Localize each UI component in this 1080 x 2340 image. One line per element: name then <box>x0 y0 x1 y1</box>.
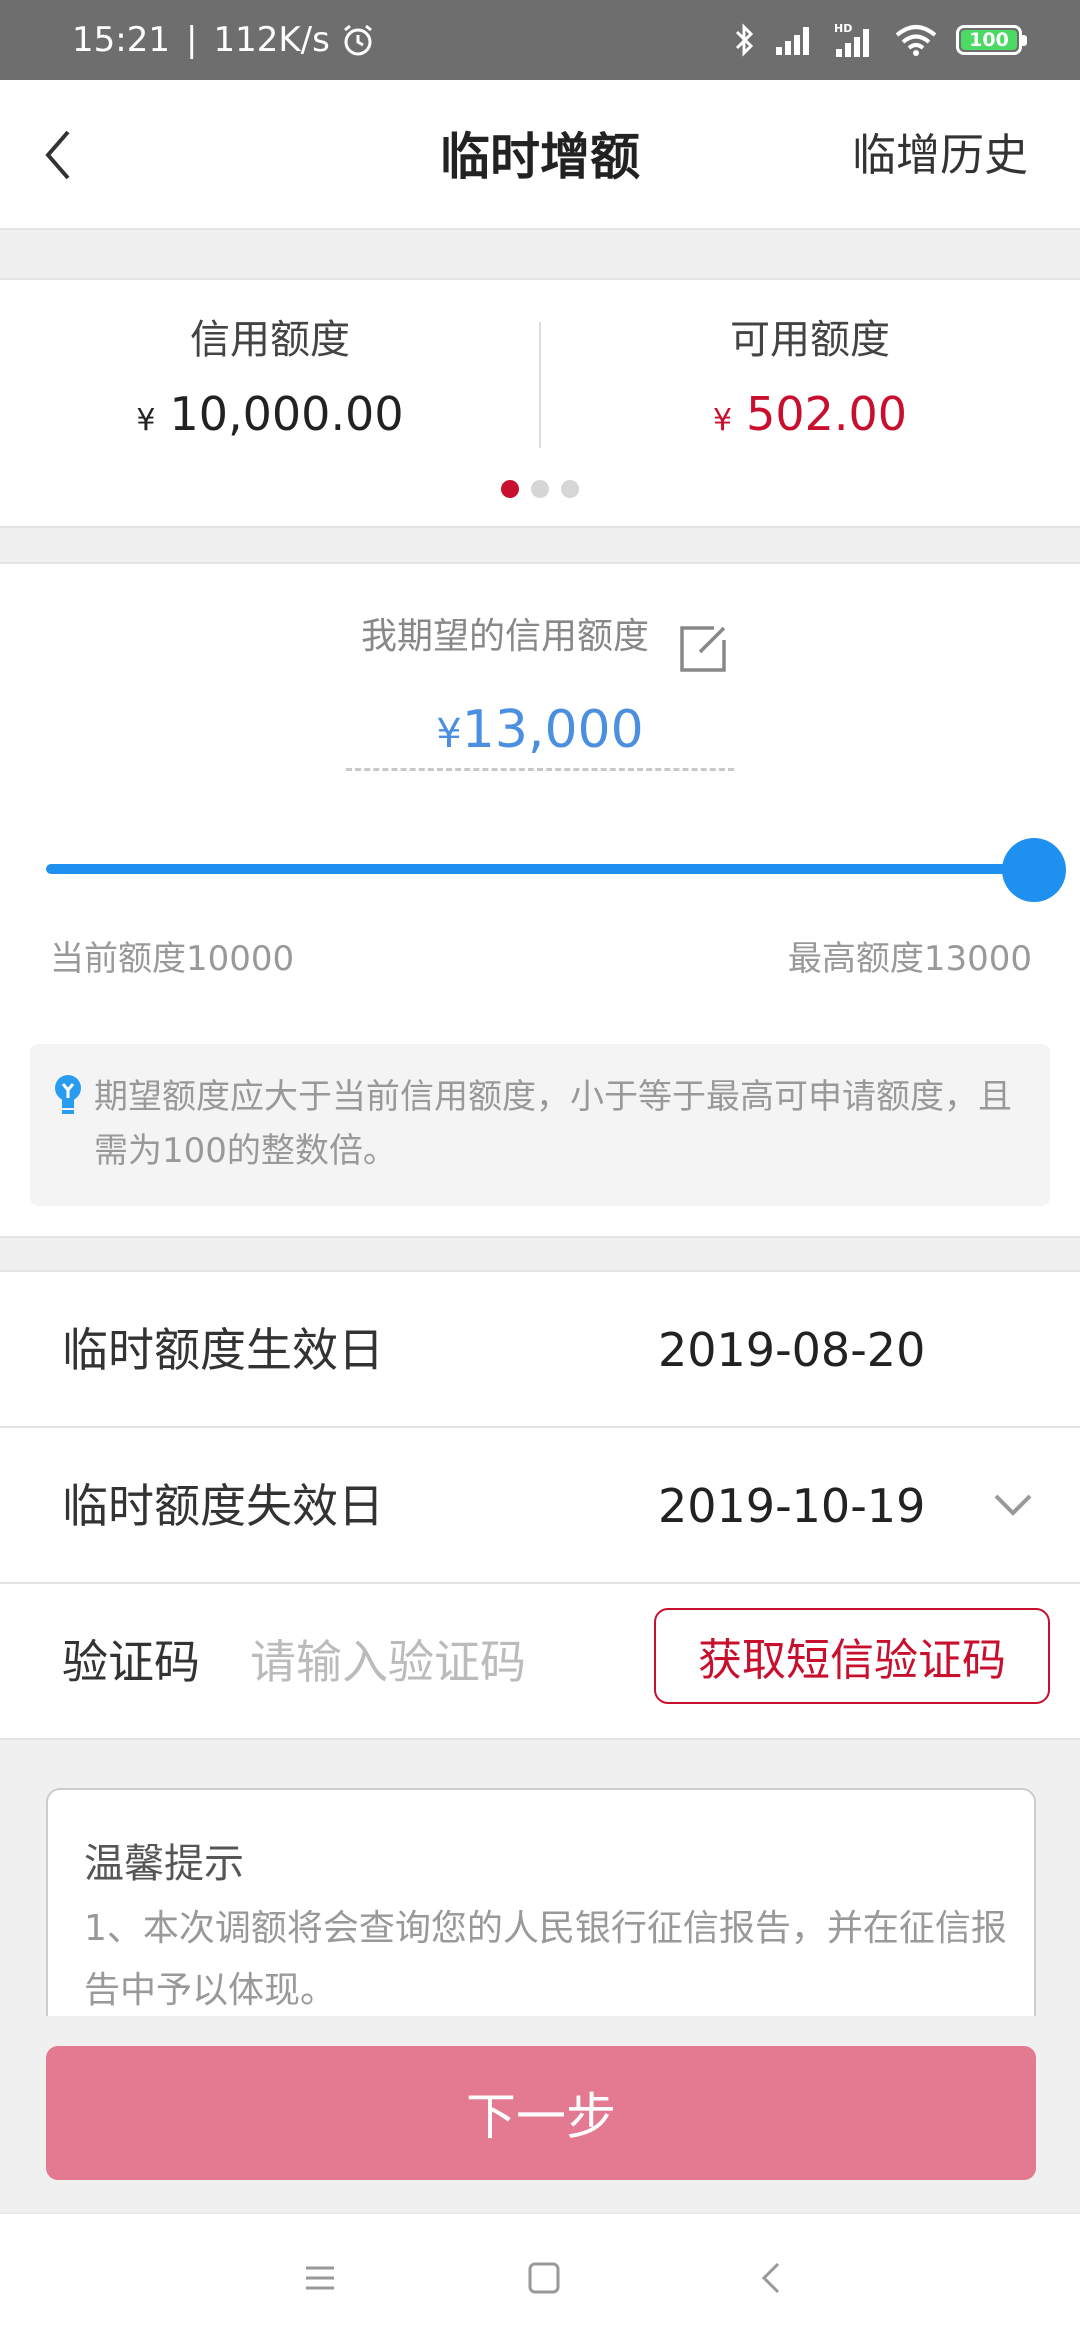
amount-underline <box>346 768 734 771</box>
available-currency: ¥ <box>712 403 733 438</box>
wifi-icon <box>894 23 938 57</box>
date-form: 临时额度生效日 2019-08-20 临时额度失效日 2019-10-19 验证… <box>0 1270 1080 1740</box>
status-right: HD 100 <box>734 16 1027 64</box>
effective-date-row: 临时额度生效日 2019-08-20 <box>0 1272 1080 1428</box>
history-link[interactable]: 临增历史 <box>852 124 1028 188</box>
verification-code-row: 验证码 获取短信验证码 <box>0 1584 1080 1740</box>
available-limit: 可用额度 ¥502.00 <box>540 310 1080 459</box>
pager-dots <box>0 480 1080 498</box>
verification-code-label: 验证码 <box>62 1635 200 1689</box>
expected-amount[interactable]: ¥13,000 <box>0 690 1080 774</box>
expiry-date-label: 临时额度失效日 <box>62 1479 384 1533</box>
credit-limit-label: 信用额度 <box>190 317 350 363</box>
chevron-down-icon[interactable] <box>990 1482 1036 1532</box>
limit-slider-thumb[interactable] <box>1002 838 1066 902</box>
nav-bar: 临时增额 临增历史 <box>0 80 1080 230</box>
effective-date-label: 临时额度生效日 <box>62 1323 384 1377</box>
menu-icon[interactable] <box>300 2258 340 2298</box>
get-sms-code-button[interactable]: 获取短信验证码 <box>654 1608 1050 1704</box>
credit-limit-value: 10,000.00 <box>169 387 404 441</box>
pager-dot-2[interactable] <box>531 480 549 498</box>
limit-slider-track[interactable] <box>46 864 1036 874</box>
alarm-icon <box>340 22 376 58</box>
notice-body: 1、本次调额将会查询您的人民银行征信报告，并在征信报告中予以体现。 <box>84 1908 1007 2011</box>
available-limit-value-row: ¥502.00 <box>540 376 1080 459</box>
pager-dot-1[interactable] <box>501 480 519 498</box>
status-separator: | <box>185 20 198 60</box>
available-limit-label: 可用额度 <box>730 317 890 363</box>
system-nav-bar <box>0 2212 1080 2340</box>
home-icon[interactable] <box>524 2258 564 2298</box>
signal-icon <box>774 23 814 57</box>
status-time: 15:21 <box>72 20 170 60</box>
tip-box: 期望额度应大于当前信用额度，小于等于最高可申请额度，且需为100的整数倍。 <box>30 1044 1050 1206</box>
back-nav-icon[interactable] <box>752 2258 792 2298</box>
notice-card: 温馨提示 1、本次调额将会查询您的人民银行征信报告，并在征信报告中予以体现。 <box>46 1788 1036 2016</box>
battery-level: 100 <box>961 29 1017 51</box>
credit-limit: 信用额度 ¥10,000.00 <box>0 310 540 459</box>
status-left: 15:21 | 112K/s <box>72 16 376 64</box>
battery-icon: 100 <box>956 25 1027 55</box>
status-net-speed: 112K/s <box>213 20 330 60</box>
verification-code-input[interactable] <box>250 1630 630 1694</box>
expected-amount-value: 13,000 <box>461 700 644 760</box>
hd-signal-icon: HD <box>832 21 876 59</box>
slider-min-label: 当前额度10000 <box>50 939 295 979</box>
expected-limit-section: 我期望的信用额度 ¥13,000 当前额度10000 最高额度13000 期望额… <box>0 562 1080 1238</box>
credit-limit-value-row: ¥10,000.00 <box>0 376 540 459</box>
expected-limit-label: 我期望的信用额度 <box>360 616 649 657</box>
edit-icon[interactable] <box>676 622 730 680</box>
expiry-date-row[interactable]: 临时额度失效日 2019-10-19 <box>0 1428 1080 1584</box>
status-bar: 15:21 | 112K/s HD 100 <box>0 0 1080 80</box>
limits-card: 信用额度 ¥10,000.00 可用额度 ¥502.00 <box>0 278 1080 528</box>
expiry-date-value[interactable]: 2019-10-19 <box>658 1474 925 1538</box>
tip-text: 期望额度应大于当前信用额度，小于等于最高可申请额度，且需为100的整数倍。 <box>94 1077 1012 1171</box>
expected-currency: ¥ <box>436 711 462 757</box>
notice-title: 温馨提示 <box>84 1841 244 1887</box>
next-step-button[interactable]: 下一步 <box>46 2046 1036 2180</box>
svg-text:HD: HD <box>834 22 852 35</box>
available-limit-value: 502.00 <box>746 387 908 441</box>
lightbulb-icon <box>52 1074 84 1124</box>
credit-currency: ¥ <box>136 403 156 438</box>
effective-date-value: 2019-08-20 <box>658 1323 926 1377</box>
bluetooth-icon <box>734 22 756 58</box>
slider-max-label: 最高额度13000 <box>787 939 1032 979</box>
pager-dot-3[interactable] <box>561 480 579 498</box>
